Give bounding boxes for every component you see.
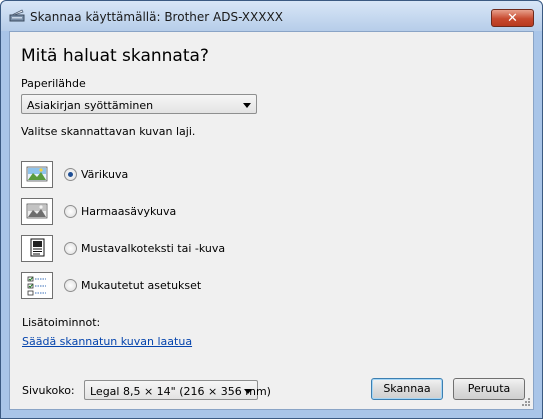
picture-type-prompt: Valitse skannattavan kuvan laji.: [21, 125, 196, 138]
scan-dialog-window: Skannaa käyttämällä: Brother ADS-XXXXX ✕…: [0, 0, 543, 419]
radio-custom-settings[interactable]: [64, 279, 77, 292]
paper-source-value: Asiakirjan syöttäminen: [27, 99, 154, 112]
scanner-app-icon: [9, 9, 25, 22]
dialog-content: Mitä haluat skannata? Paperilähde Asiaki…: [9, 31, 534, 410]
cancel-button[interactable]: Peruuta: [453, 378, 525, 400]
custom-settings-icon[interactable]: [21, 272, 53, 299]
adjust-quality-link[interactable]: Säädä skannatun kuvan laatua: [22, 335, 192, 348]
dialog-heading: Mitä haluat skannata?: [21, 46, 209, 66]
title-bar[interactable]: Skannaa käyttämällä: Brother ADS-XXXXX ✕: [1, 1, 542, 31]
option-custom-label[interactable]: Mukautetut asetukset: [81, 279, 201, 292]
radio-grayscale-picture[interactable]: [64, 205, 77, 218]
radio-color-picture[interactable]: [64, 168, 77, 181]
paper-source-dropdown[interactable]: Asiakirjan syöttäminen: [21, 94, 257, 114]
page-size-dropdown[interactable]: Legal 8,5 × 14" (216 × 356 mm): [84, 380, 271, 400]
close-icon: ✕: [507, 11, 518, 26]
radio-black-white-picture[interactable]: [64, 242, 77, 255]
option-color-label[interactable]: Värikuva: [81, 168, 128, 181]
option-grayscale-label[interactable]: Harmaasävykuva: [81, 205, 176, 218]
window-title: Skannaa käyttämällä: Brother ADS-XXXXX: [30, 10, 283, 24]
page-size-label: Sivukoko:: [22, 384, 75, 397]
additional-options-label: Lisätoiminnot:: [22, 316, 101, 329]
resize-grip-icon[interactable]: [521, 397, 531, 407]
chevron-down-icon: [244, 389, 252, 394]
chevron-down-icon: [243, 103, 251, 108]
close-button[interactable]: ✕: [491, 9, 534, 27]
color-photo-icon[interactable]: [21, 161, 53, 188]
grayscale-photo-icon[interactable]: [21, 198, 53, 225]
option-black-white-label[interactable]: Mustavalkoteksti tai -kuva: [81, 242, 225, 255]
scan-button[interactable]: Skannaa: [371, 378, 443, 400]
black-white-text-icon[interactable]: [21, 235, 53, 262]
paper-source-label: Paperilähde: [21, 77, 86, 90]
